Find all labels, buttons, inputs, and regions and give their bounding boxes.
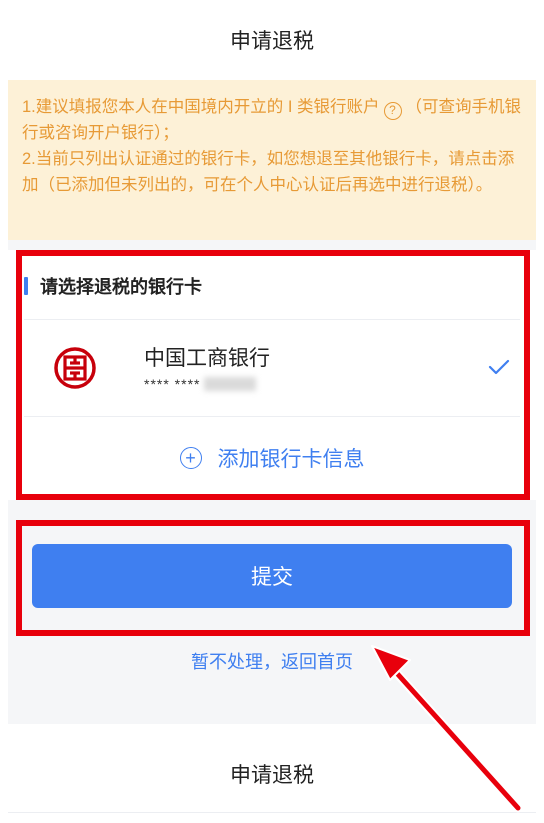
bank-card-item[interactable]: 中国工商银行 **** ****	[24, 320, 520, 416]
submit-button[interactable]: 提交	[32, 544, 512, 608]
divider	[8, 812, 536, 813]
card-number: **** ****	[144, 376, 257, 392]
plus-circle-icon: +	[179, 447, 202, 469]
back-home-link[interactable]: 暂不处理，返回首页	[0, 648, 544, 674]
icbc-logo	[54, 347, 96, 389]
section-accent-bar	[24, 277, 28, 295]
bank-name: 中国工商银行	[144, 347, 270, 370]
add-bank-card-label: 添加银行卡信息	[217, 448, 365, 471]
check-icon	[488, 359, 510, 375]
add-bank-card-button[interactable]: + 添加银行卡信息	[24, 417, 520, 499]
bottom-page-header: 申请退税	[0, 724, 544, 823]
redacted-digits	[204, 377, 257, 391]
notice-line-1: 1.建议填报您本人在中国境内开立的 I 类银行账户? （可查询手机银行或咨询开户银…	[22, 98, 522, 142]
page-title: 申请退税	[230, 30, 314, 53]
help-circle-icon[interactable]: ?	[383, 102, 402, 120]
page-header: 申请退税	[0, 0, 544, 80]
notice-banner: 1.建议填报您本人在中国境内开立的 I 类银行账户? （可查询手机银行或咨询开户银…	[8, 80, 536, 240]
section-title: 请选择退税的银行卡	[24, 266, 202, 306]
bottom-page-title: 申请退税	[230, 763, 314, 787]
notice-line-2: 2.当前只列出认证通过的银行卡，如您想退至其他银行卡，请点击添加（已添加但未列出…	[22, 150, 515, 194]
